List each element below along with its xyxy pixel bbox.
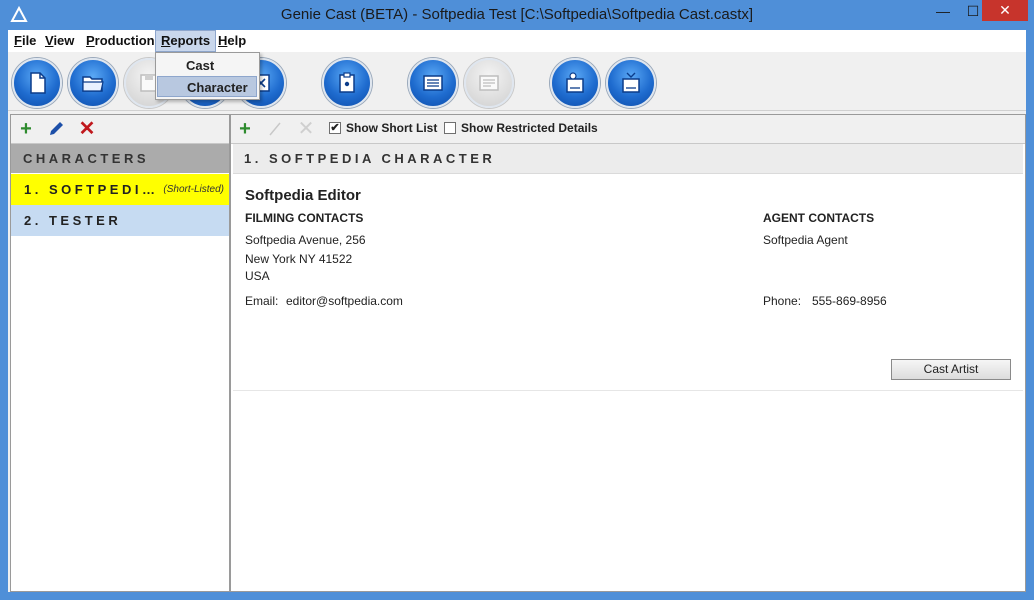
title-bar: Genie Cast (BETA) - Softpedia Test [C:\S… [0, 0, 1034, 30]
menu-bar: File View Production Reports Help [8, 30, 1026, 52]
show-restricted-label: Show Restricted Details [461, 121, 598, 135]
pdf-export-character-icon [622, 72, 640, 93]
phone-value: 555-869-8956 [812, 294, 887, 308]
list-item-character-1[interactable]: 1. SOFTPEDI… (Short-Listed) [11, 174, 229, 205]
show-short-list-label: Show Short List [346, 121, 438, 135]
menu-file[interactable]: File [9, 30, 41, 52]
clipboard-icon [339, 72, 355, 93]
character-name: Softpedia Editor [245, 187, 361, 204]
add-icon[interactable]: + [236, 119, 254, 139]
close-icon: ✕ [999, 2, 1011, 18]
characters-list-header: CHARACTERS [11, 144, 229, 173]
agent-contacts-title: AGENT CONTACTS [763, 211, 875, 225]
menu-view[interactable]: View [40, 30, 79, 52]
maximize-icon: ☐ [966, 2, 980, 19]
new-document-icon [30, 72, 46, 94]
pdf-export-character-button[interactable] [606, 58, 656, 108]
details-view-icon [479, 75, 499, 91]
client-area: File View Production Reports Help Cast C… [8, 30, 1026, 592]
filming-contacts-title: FILMING CONTACTS [245, 211, 364, 225]
show-restricted-checkbox[interactable] [444, 122, 456, 134]
email-value: editor@softpedia.com [286, 294, 403, 308]
characters-pane: + ✕ CHARACTERS 1. SOFTPEDI… (Short-Liste… [10, 114, 230, 592]
edit-icon-disabled[interactable] [267, 120, 285, 138]
detail-toolbar: + ✕ ✔ Show Short List Show Restricted De… [231, 115, 1025, 144]
reports-dropdown: Cast Character [155, 52, 260, 100]
delete-icon-disabled[interactable]: ✕ [297, 119, 315, 139]
edit-character-icon[interactable] [47, 120, 65, 138]
characters-toolbar: + ✕ [11, 115, 229, 144]
show-short-list-checkbox[interactable]: ✔ [329, 122, 341, 134]
minimize-button[interactable]: — [928, 0, 958, 22]
delete-character-icon[interactable]: ✕ [78, 119, 96, 139]
menu-reports-character[interactable]: Character [157, 76, 257, 97]
address-line-3: USA [245, 269, 270, 283]
details-view-button[interactable] [464, 58, 514, 108]
email-label: Email: [245, 294, 279, 308]
pdf-export-cast-button[interactable] [550, 58, 600, 108]
open-folder-button[interactable] [68, 58, 118, 108]
cast-artist-button[interactable]: Cast Artist [891, 359, 1011, 380]
app-window: Genie Cast (BETA) - Softpedia Test [C:\S… [0, 0, 1034, 600]
list-item-character-2[interactable]: 2. TESTER [11, 205, 229, 236]
new-document-button[interactable] [12, 58, 62, 108]
minimize-icon: — [936, 3, 950, 19]
close-button[interactable]: ✕ [982, 0, 1028, 21]
pdf-export-cast-icon [566, 72, 584, 93]
character-detail-pane: + ✕ ✔ Show Short List Show Restricted De… [230, 114, 1026, 592]
menu-reports-cast[interactable]: Cast [157, 55, 257, 76]
agent-name: Softpedia Agent [763, 233, 848, 247]
menu-reports[interactable]: Reports [155, 30, 217, 52]
character-header: 1. SOFTPEDIA CHARACTER [233, 144, 1023, 174]
short-listed-tag: (Short-Listed) [163, 184, 224, 195]
open-folder-icon [82, 76, 104, 92]
address-line-2: New York NY 41522 [245, 252, 353, 266]
add-character-icon[interactable]: + [17, 119, 35, 139]
menu-help[interactable]: Help [213, 30, 251, 52]
menu-production[interactable]: Production [81, 30, 160, 52]
list-view-icon [423, 75, 443, 91]
address-line-1: Softpedia Avenue, 256 [245, 233, 366, 247]
list-view-button[interactable] [408, 58, 458, 108]
window-title: Genie Cast (BETA) - Softpedia Test [C:\S… [280, 6, 754, 23]
clipboard-button[interactable] [322, 58, 372, 108]
phone-label: Phone: [763, 294, 802, 308]
character-card: Softpedia Editor FILMING CONTACTS Softpe… [233, 175, 1023, 391]
